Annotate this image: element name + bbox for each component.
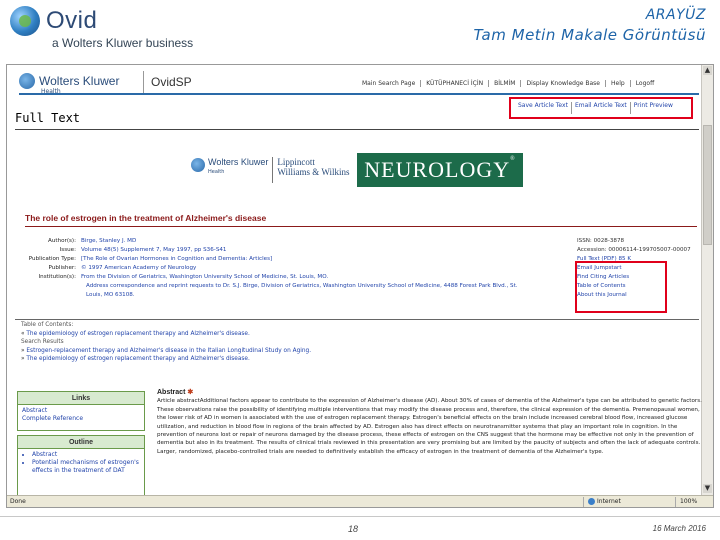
slide-date: 16 March 2016: [652, 524, 706, 533]
vertical-scrollbar[interactable]: ▲ ▼: [701, 65, 713, 495]
footer-rule: [0, 516, 720, 517]
publisher-health: Health: [208, 169, 225, 175]
meta-row: Institution(s): From the Division of Geri…: [25, 273, 577, 282]
toc-link-1[interactable]: The epidemiology of estrogen replacement…: [26, 331, 249, 337]
meta-row: Publication Type: [The Role of Ovarian Ho…: [25, 255, 577, 264]
accession-number: Accession: 00006114-199705007-00007: [577, 247, 691, 253]
side-links-highlight: [575, 261, 667, 313]
slide-title-line2: Tam Metin Makale Görüntüsü: [473, 26, 706, 44]
table-of-contents: Table of Contents: « The epidemiology of…: [21, 321, 581, 364]
toc-item: « The epidemiology of estrogen replaceme…: [21, 330, 250, 337]
wk-globe-icon: [19, 73, 35, 89]
meta-value-issue[interactable]: Volume 48(5) Supplement 7, May 1997, pp …: [81, 246, 577, 255]
toc-item: » Estrogen-replacement therapy and Alzhe…: [21, 347, 312, 354]
save-article-text-link[interactable]: Save Article Text: [515, 102, 572, 114]
meta-value-pubtype[interactable]: [The Role of Ovarian Hormones in Cogniti…: [81, 255, 577, 264]
article-actions-highlight: Save Article Text Email Article Text Pri…: [509, 97, 693, 119]
status-zone-text: Internet: [597, 498, 621, 505]
wk-name: Wolters Kluwer: [39, 74, 120, 88]
ovidsp-logo: OvidSP: [151, 75, 192, 89]
meta-value-author[interactable]: Birge, Stanley J. MD: [81, 237, 577, 246]
publisher-logo: Wolters Kluwer Health Lippincott William…: [191, 157, 349, 183]
publisher-globe-icon: [191, 158, 205, 172]
abstract-text: Article abstractAdditional factors appea…: [157, 398, 702, 455]
abstract-heading: Abstract ✱: [157, 389, 702, 397]
browser-screenshot: ▲ ▼ Wolters Kluwer Health OvidSP Main Se…: [6, 64, 714, 508]
toc-link-3[interactable]: The epidemiology of estrogen replacement…: [26, 356, 249, 362]
links-heading: Links: [18, 392, 144, 405]
outline-item-abstract[interactable]: Abstract: [32, 451, 140, 459]
wolters-kluwer-logo: Wolters Kluwer: [19, 73, 119, 89]
meta-label: Author(s):: [48, 238, 76, 244]
ovid-brand-name: Ovid: [46, 7, 98, 34]
scroll-up-arrow-icon[interactable]: ▲: [703, 66, 712, 75]
page-number: 18: [348, 524, 359, 534]
abstract-heading-text: Abstract: [157, 389, 186, 396]
logo-divider: [143, 71, 144, 95]
meta-value-publisher[interactable]: © 1997 American Academy of Neurology: [81, 264, 577, 273]
article-title: The role of estrogen in the treatment of…: [25, 213, 267, 223]
journal-name: NEUROLOGY: [364, 157, 511, 182]
publisher-wk-name: Wolters Kluwer: [208, 157, 269, 167]
top-navigation: Main Search Page KÜTÜPHANECİ İÇİN BİLMİM…: [357, 80, 659, 87]
nav-logoff[interactable]: Logoff: [631, 80, 660, 87]
slide-title: ARAYÜZ Tam Metin Makale Görüntüsü: [473, 5, 706, 45]
links-list: Abstract Complete Reference: [18, 405, 144, 425]
abstract-section: Abstract ✱ Article abstractAdditional fa…: [157, 389, 702, 456]
nav-librarian[interactable]: KÜTÜPHANECİ İÇİN: [421, 80, 490, 87]
meta-label: Publisher:: [48, 265, 76, 271]
publisher-divider: [272, 157, 274, 183]
meta-row: Author(s): Birge, Stanley J. MD: [25, 237, 577, 246]
nav-bilmim[interactable]: BİLMİM: [489, 80, 522, 87]
email-article-text-link[interactable]: Email Article Text: [572, 102, 631, 114]
meta-label: Publication Type:: [28, 256, 76, 262]
nav-help[interactable]: Help: [606, 80, 631, 87]
links-panel: Links Abstract Complete Reference: [17, 391, 145, 431]
nav-knowledge-base[interactable]: Display Knowledge Base: [521, 80, 606, 87]
outline-item-mechanisms[interactable]: Potential mechanisms of estrogen's effec…: [32, 459, 140, 475]
journal-banner: NEUROLOGY®: [357, 153, 523, 187]
meta-label: Issue:: [59, 247, 76, 253]
toc-heading: Table of Contents:: [21, 322, 74, 328]
print-preview-link[interactable]: Print Preview: [631, 102, 676, 114]
article-metadata: Author(s): Birge, Stanley J. MD Issue: Vol…: [25, 237, 577, 300]
abstract-star-icon: ✱: [187, 389, 194, 396]
slide-title-line1: ARAYÜZ: [645, 7, 706, 23]
article-title-rule: [25, 226, 697, 227]
status-zoom[interactable]: 100%: [675, 497, 697, 507]
outline-heading: Outline: [18, 436, 144, 449]
ovid-globe-icon: [10, 6, 40, 36]
scrollbar-thumb[interactable]: [703, 125, 712, 245]
publisher-lww: Lippincott Williams & Wilkins: [277, 157, 349, 177]
journal-mark: ®: [510, 156, 516, 162]
lww-line2: Williams & Wilkins: [277, 167, 350, 177]
status-done: Done: [10, 498, 26, 505]
outline-list: Abstract Potential mechanisms of estroge…: [18, 449, 144, 475]
toc-search-results[interactable]: Search Results: [21, 338, 581, 347]
meta-row: Issue: Volume 48(5) Supplement 7, May 199…: [25, 246, 577, 255]
meta-address-line1: Address correspondence and reprint reque…: [86, 283, 518, 289]
status-zone: Internet: [583, 497, 621, 507]
meta-value-institution[interactable]: From the Division of Geriatrics, Washing…: [81, 273, 577, 282]
outline-panel: Outline Abstract Potential mechanisms of…: [17, 435, 145, 497]
internet-globe-icon: [588, 498, 595, 505]
issn: ISSN: 0028-3878: [577, 238, 625, 244]
abstract-link[interactable]: Abstract: [22, 407, 140, 415]
toc-item: » The epidemiology of estrogen replaceme…: [21, 356, 250, 362]
meta-address-line2: Louis, MO 63108.: [86, 292, 135, 298]
toc-link-2[interactable]: Estrogen-replacement therapy and Alzheim…: [26, 348, 311, 354]
header-rule: [19, 93, 699, 95]
lww-line1: Lippincott: [277, 157, 315, 167]
nav-main-search[interactable]: Main Search Page: [357, 80, 422, 87]
ovid-brand-subtitle: a Wolters Kluwer business: [52, 36, 194, 50]
full-text-rule: [15, 129, 699, 130]
meta-label: Institution(s):: [38, 274, 76, 280]
meta-row: Publisher: © 1997 American Academy of Neu…: [25, 264, 577, 273]
toc-rule: [15, 319, 699, 320]
ovid-logo: Ovid: [10, 6, 97, 36]
browser-status-bar: Done Internet 100%: [7, 495, 713, 507]
scroll-down-arrow-icon[interactable]: ▼: [703, 484, 712, 493]
full-text-heading: Full Text: [15, 111, 81, 125]
complete-reference-link[interactable]: Complete Reference: [22, 415, 140, 423]
